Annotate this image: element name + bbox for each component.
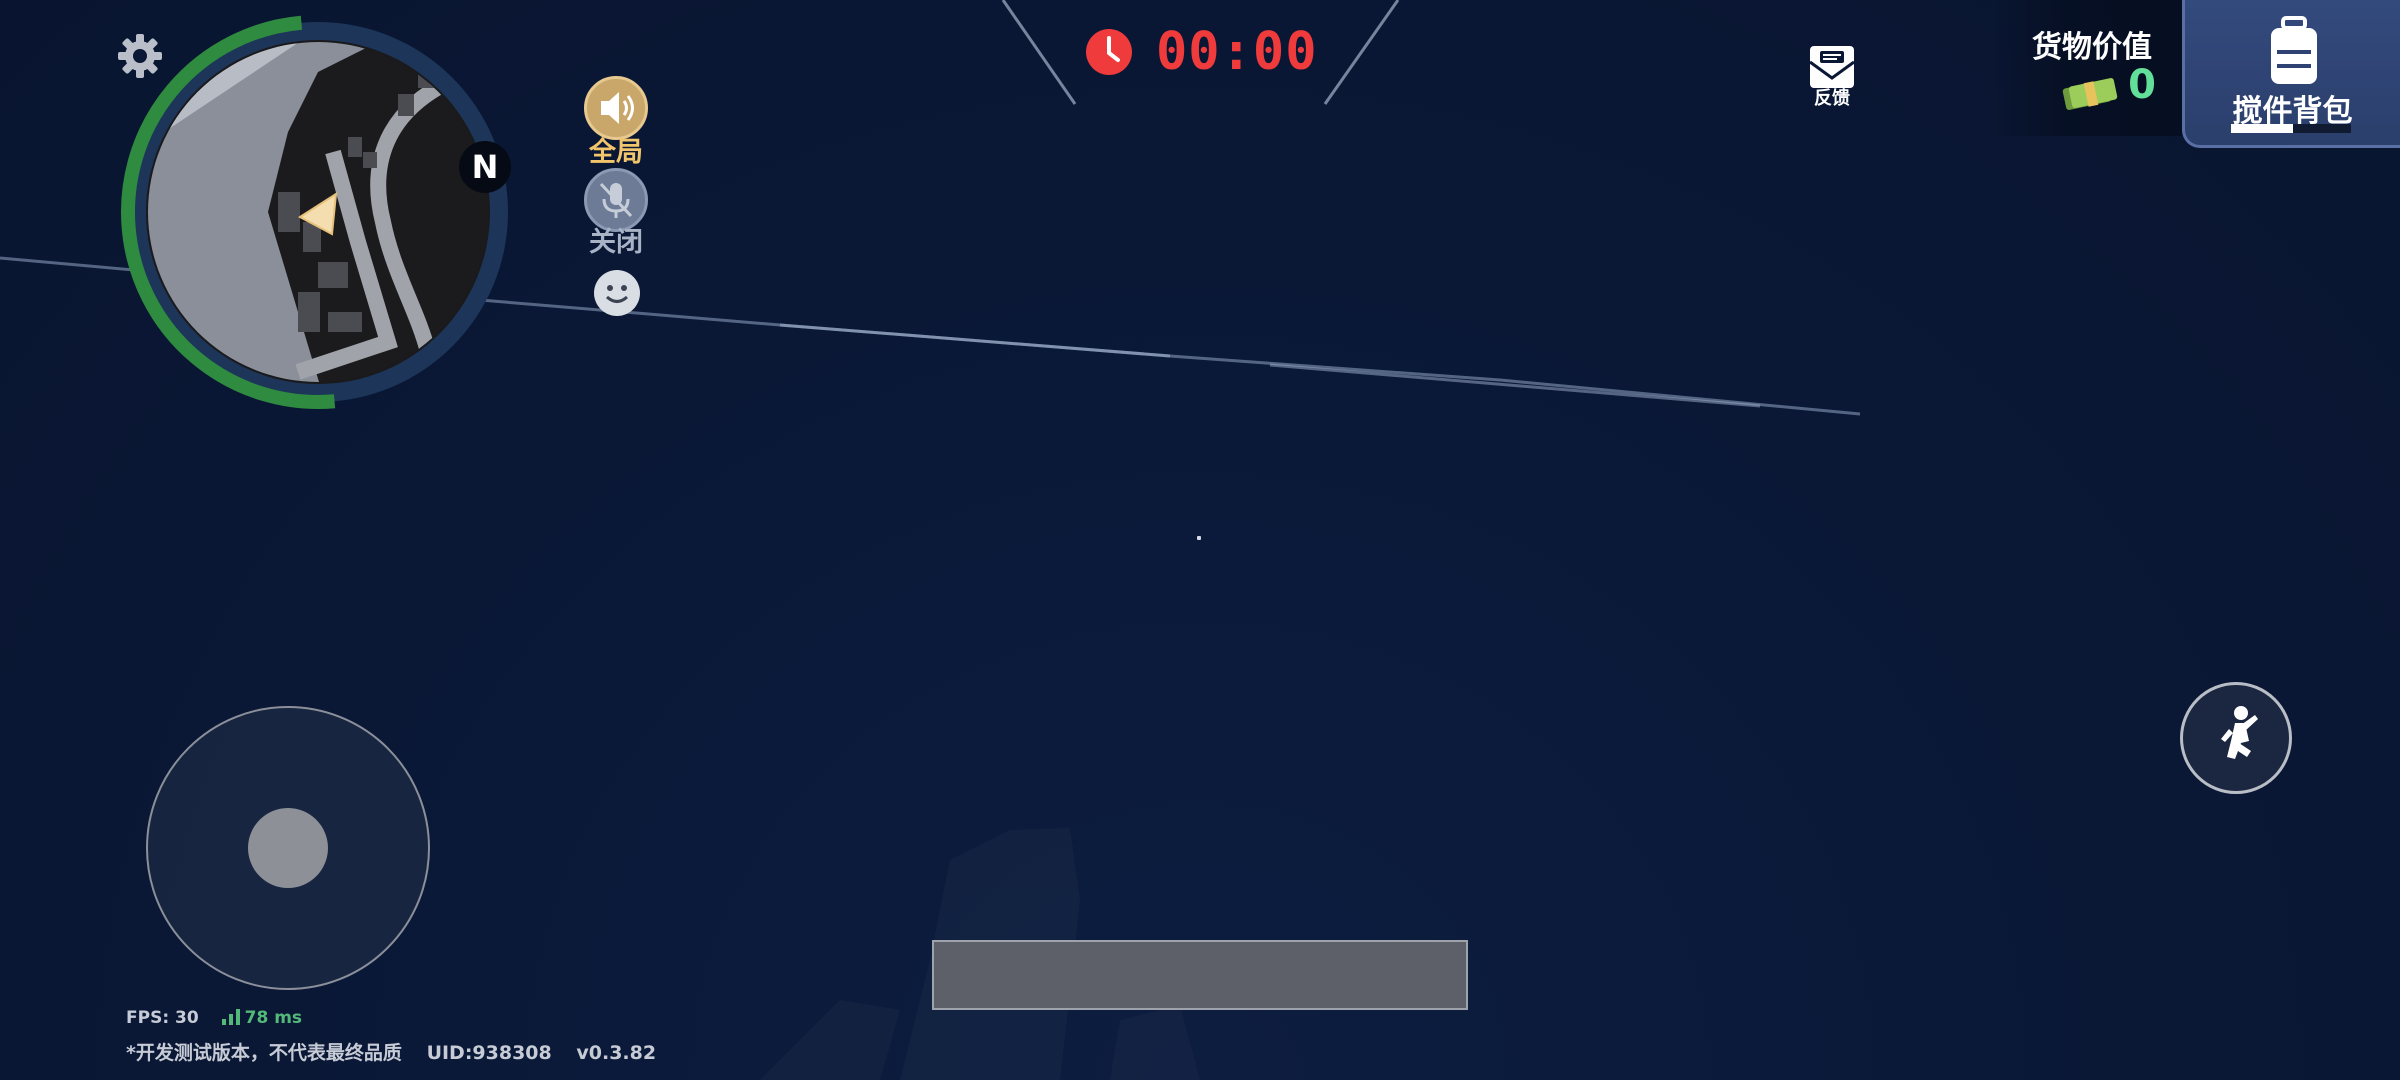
- fps-readout: FPS: 30: [126, 1008, 199, 1028]
- smiley-icon: [605, 285, 629, 303]
- match-timer: 00:00: [1084, 22, 1318, 82]
- build-notice: *开发测试版本，不代表最终品质: [126, 1042, 402, 1064]
- ping-readout-wrap: 78 ms: [221, 1008, 302, 1028]
- feedback-label: 反馈: [1814, 88, 1850, 109]
- chat-input[interactable]: [932, 940, 1468, 1010]
- backpack-icon: [2271, 16, 2317, 84]
- feedback-button[interactable]: 反馈: [1794, 38, 1870, 114]
- minimap[interactable]: [118, 12, 518, 412]
- ping-readout: 78 ms: [244, 1008, 303, 1028]
- speaker-icon: [601, 92, 634, 124]
- backpack-capacity-bar: [2231, 124, 2351, 133]
- emote-button[interactable]: [594, 270, 640, 316]
- jump-icon: [2221, 706, 2258, 759]
- mic-toggle-label: 关闭: [589, 227, 643, 258]
- global-voice-label: 全局: [589, 137, 643, 168]
- user-id: UID:938308: [426, 1042, 552, 1064]
- backpack-button[interactable]: 搅件背包: [2182, 0, 2400, 148]
- crosshair: [1197, 536, 1201, 540]
- minimap-north-label: N: [459, 141, 511, 193]
- jump-button[interactable]: [2180, 682, 2292, 794]
- version-label: v0.3.82: [576, 1042, 657, 1064]
- performance-stats: FPS: 30 78 ms: [126, 1008, 302, 1028]
- game-viewport[interactable]: N 全局 关闭 00:00 反馈 货物价值 0 搅件背包 FPS: 30 78 …: [0, 0, 2400, 1080]
- minimap-map: [121, 15, 508, 409]
- backpack-capacity-fill: [2231, 124, 2294, 133]
- build-info: *开发测试版本，不代表最终品质 UID:938308 v0.3.82: [126, 1038, 674, 1065]
- cargo-value-panel: 货物价值 0: [1990, 0, 2182, 136]
- joystick-knob[interactable]: [248, 808, 328, 888]
- timer-value: 00:00: [1156, 22, 1318, 82]
- cargo-value: 0: [2128, 62, 2156, 108]
- cash-icon: [2062, 78, 2118, 110]
- cargo-value-label: 货物价值: [2032, 30, 2152, 65]
- clock-icon: [1086, 29, 1132, 75]
- signal-icon: [221, 1009, 240, 1025]
